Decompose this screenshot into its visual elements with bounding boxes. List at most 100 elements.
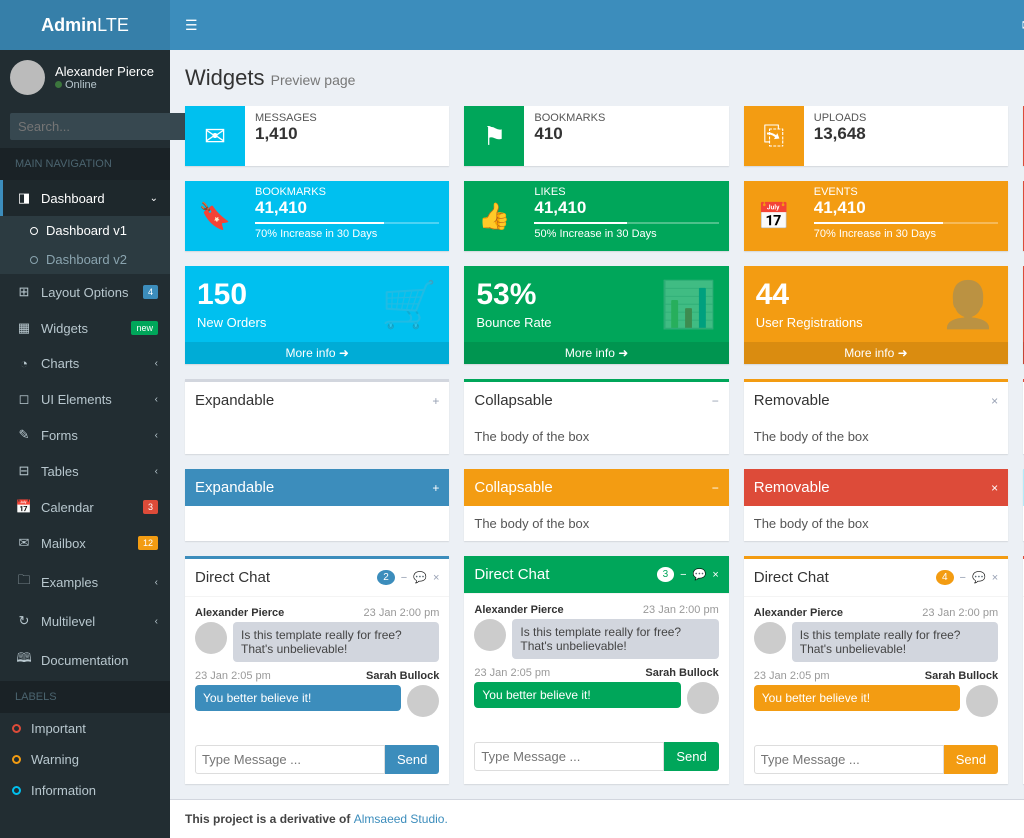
close-icon[interactable]: × xyxy=(712,569,718,581)
chat-message: You better believe it! xyxy=(474,682,680,708)
box-tool[interactable]: − xyxy=(712,481,719,495)
minus-icon[interactable]: − xyxy=(680,569,686,581)
small-box: 53%Bounce Rate📊More info ➜ xyxy=(464,266,728,364)
arrow-right-icon: ➜ xyxy=(339,346,349,360)
sidebar-item-mailbox[interactable]: ✉Mailbox12 xyxy=(0,525,170,561)
chat-message: Is this template really for free? That's… xyxy=(512,619,718,659)
more-info-link[interactable]: More info ➜ xyxy=(464,342,728,364)
direct-chat-box: Direct Chat3−💬× Alexander Pierce23 Jan 2… xyxy=(464,556,728,784)
minus-icon[interactable]: − xyxy=(960,572,966,584)
footer: This project is a derivative of Almsaeed… xyxy=(170,799,1024,838)
user-name: Alexander Pierce xyxy=(55,64,154,79)
box-tool[interactable]: × xyxy=(991,394,998,408)
avatar xyxy=(687,682,719,714)
info-box-value: 410 xyxy=(534,124,718,144)
chat-message: You better believe it! xyxy=(195,685,401,711)
info-box-progress: 📅EVENTS41,41070% Increase in 30 Days xyxy=(744,181,1008,251)
info-box: ⚑ BOOKMARKS410 xyxy=(464,106,728,166)
info-box-label: UPLOADS xyxy=(814,112,998,124)
more-info-link[interactable]: More info ➜ xyxy=(744,342,1008,364)
chat-badge: 3 xyxy=(657,567,675,582)
label-information[interactable]: Information xyxy=(0,775,170,806)
chat-input[interactable] xyxy=(754,745,944,774)
minus-icon[interactable]: − xyxy=(401,572,407,584)
info-box-label: BOOKMARKS xyxy=(534,112,718,124)
user-status: Online xyxy=(55,79,154,91)
avatar xyxy=(407,685,439,717)
nav-header: MAIN NAVIGATION xyxy=(0,148,170,180)
sidebar-item-ui[interactable]: ◻UI Elements‹ xyxy=(0,381,170,417)
direct-chat-box: Direct Chat2−💬× Alexander Pierce23 Jan 2… xyxy=(185,556,449,784)
info-box-icon: ⎘ xyxy=(744,106,804,166)
box-collapsable: Collapsable−The body of the box xyxy=(464,379,728,454)
sidebar-item-forms[interactable]: ✎Forms‹ xyxy=(0,417,170,453)
box-tool[interactable]: + xyxy=(432,481,439,495)
box-solid-collapsable: Collapsable−The body of the box xyxy=(464,469,728,541)
arrow-right-icon: ➜ xyxy=(898,346,908,360)
small-box-icon: 📊 xyxy=(661,278,717,331)
info-box-icon: ⚑ xyxy=(464,106,524,166)
sidebar-item-examples[interactable]: 🗀Examples‹ xyxy=(0,561,170,603)
chat-message: You better believe it! xyxy=(754,685,960,711)
box-tool[interactable]: × xyxy=(991,481,998,495)
box-tool[interactable]: − xyxy=(712,394,719,408)
send-button[interactable]: Send xyxy=(944,745,998,774)
sidebar-item-dashboard[interactable]: ◨Dashboard⌄ xyxy=(0,180,170,216)
info-box-icon: ✉ xyxy=(185,106,245,166)
box-tool[interactable]: + xyxy=(432,394,439,408)
close-icon[interactable]: × xyxy=(992,572,998,584)
info-box-progress: 🔖BOOKMARKS41,41070% Increase in 30 Days xyxy=(185,181,449,251)
box-solid-expandable: Expandable+ xyxy=(185,469,449,541)
info-box-progress: 👍LIKES41,41050% Increase in 30 Days xyxy=(464,181,728,251)
sidebar-item-dashboard-v2[interactable]: Dashboard v2 xyxy=(0,245,170,274)
info-box-label: MESSAGES xyxy=(255,112,439,124)
sidebar-item-dashboard-v1[interactable]: Dashboard v1 xyxy=(0,216,170,245)
sidebar-item-docs[interactable]: 🕮Documentation xyxy=(0,639,170,681)
page-title: Widgets Preview page xyxy=(170,50,1024,106)
info-box: ⎘ UPLOADS13,648 xyxy=(744,106,1008,166)
comments-icon[interactable]: 💬 xyxy=(693,568,707,581)
avatar xyxy=(754,622,786,654)
avatar xyxy=(10,60,45,95)
info-box-icon: 🔖 xyxy=(185,181,245,251)
sidebar-item-layout[interactable]: ⊞Layout Options4 xyxy=(0,274,170,310)
chat-input[interactable] xyxy=(474,742,664,771)
info-box-icon: 📅 xyxy=(744,181,804,251)
sidebar-item-multilevel[interactable]: ↻Multilevel‹ xyxy=(0,603,170,639)
chat-badge: 4 xyxy=(936,570,954,585)
info-box-icon: 👍 xyxy=(464,181,524,251)
box-expandable: Expandable+ xyxy=(185,379,449,454)
info-box: ✉MESSAGES1,410 xyxy=(185,106,449,166)
comments-icon[interactable]: 💬 xyxy=(972,571,986,584)
sidebar-item-widgets[interactable]: ▦Widgetsnew xyxy=(0,310,170,346)
sidebar-item-tables[interactable]: ⊟Tables‹ xyxy=(0,453,170,489)
label-warning[interactable]: Warning xyxy=(0,744,170,775)
avatar xyxy=(474,619,506,651)
chat-message: Is this template really for free? That's… xyxy=(233,622,439,662)
user-panel: Alexander Pierce Online xyxy=(0,50,170,105)
sidebar-item-calendar[interactable]: 📅Calendar3 xyxy=(0,489,170,525)
avatar xyxy=(195,622,227,654)
chat-message: Is this template really for free? That's… xyxy=(792,622,998,662)
small-box-icon: 👤 xyxy=(940,278,996,331)
close-icon[interactable]: × xyxy=(433,572,439,584)
direct-chat-box: Direct Chat4−💬× Alexander Pierce23 Jan 2… xyxy=(744,556,1008,784)
info-box-value: 13,648 xyxy=(814,124,998,144)
footer-link[interactable]: Almsaeed Studio. xyxy=(354,812,448,826)
comments-icon[interactable]: 💬 xyxy=(413,571,427,584)
send-button[interactable]: Send xyxy=(385,745,439,774)
more-info-link[interactable]: More info ➜ xyxy=(185,342,449,364)
chat-input[interactable] xyxy=(195,745,385,774)
sidebar-item-charts[interactable]: ◔Charts‹ xyxy=(0,346,170,381)
label-important[interactable]: Important xyxy=(0,713,170,744)
chat-badge: 2 xyxy=(377,570,395,585)
arrow-right-icon: ➜ xyxy=(618,346,628,360)
logo[interactable]: AdminLTE xyxy=(0,0,170,50)
avatar xyxy=(966,685,998,717)
menu-toggle[interactable]: ☰ xyxy=(185,17,198,34)
box-removable: Removable×The body of the box xyxy=(744,379,1008,454)
small-box-icon: 🛒 xyxy=(381,278,437,331)
send-button[interactable]: Send xyxy=(664,742,718,771)
small-box: 44User Registrations👤More info ➜ xyxy=(744,266,1008,364)
labels-header: LABELS xyxy=(0,681,170,713)
